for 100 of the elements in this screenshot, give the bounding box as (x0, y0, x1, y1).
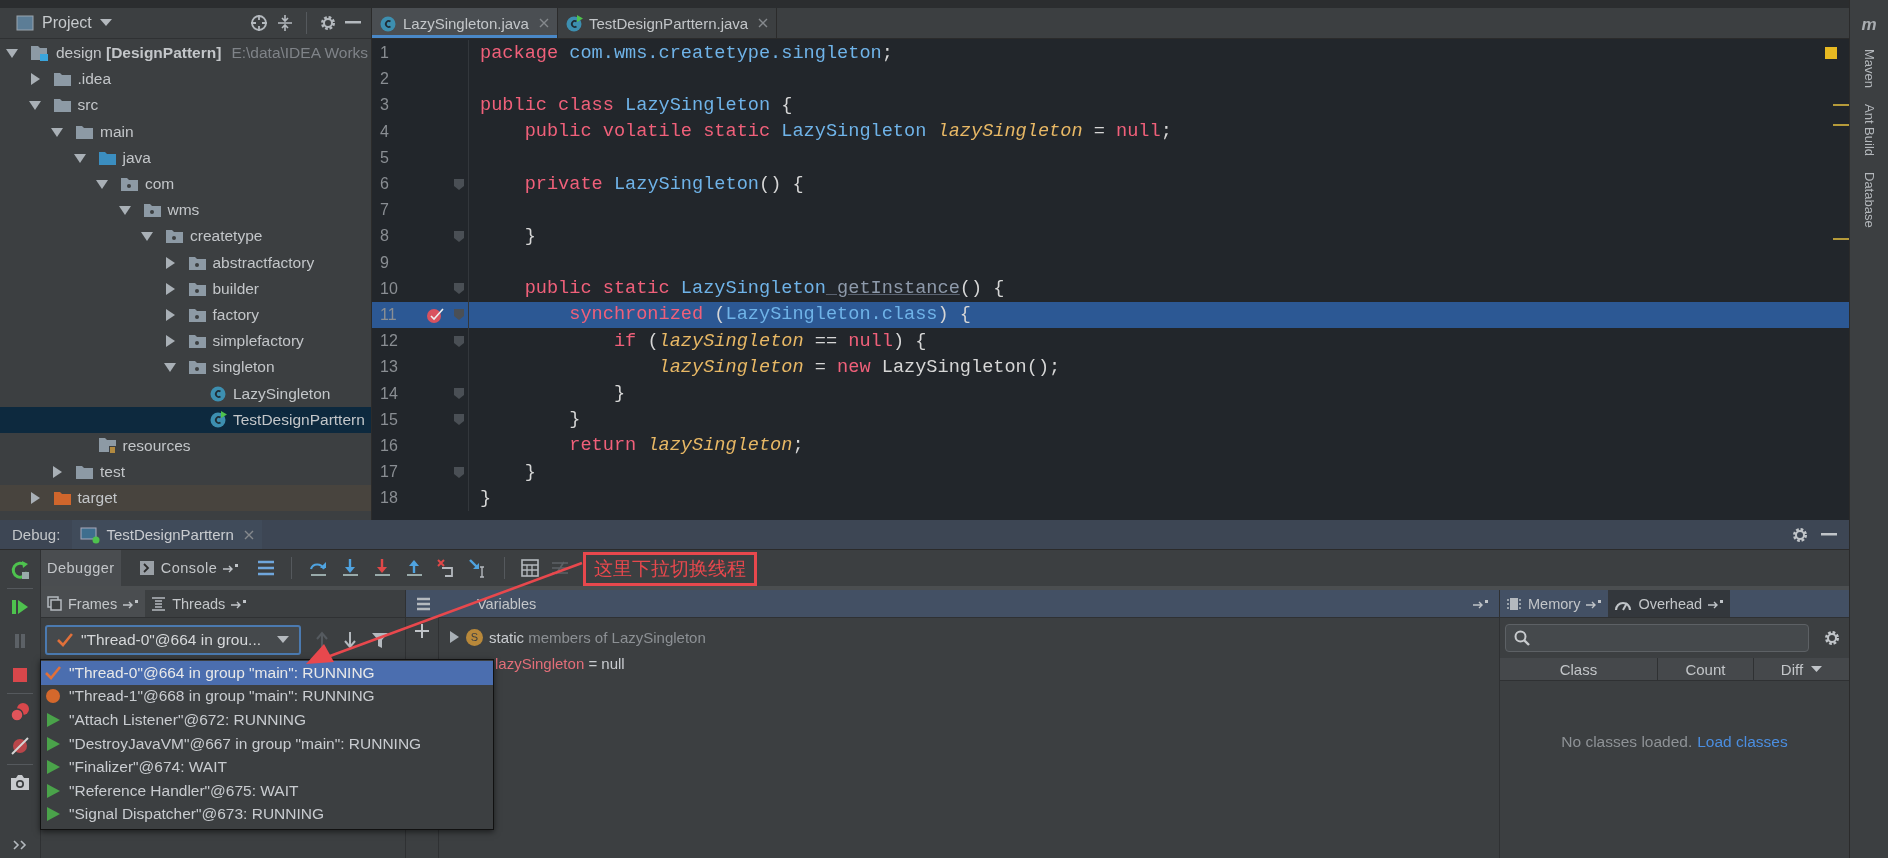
maven-logo[interactable]: m (1861, 16, 1877, 33)
settings-icon[interactable] (319, 14, 337, 32)
expanded-arrow-icon[interactable] (141, 230, 153, 243)
tree-item[interactable]: abstractfactory (0, 249, 371, 276)
dropdown-caret-icon[interactable] (99, 19, 112, 27)
expanded-arrow-icon[interactable] (118, 204, 131, 217)
settings-icon[interactable] (1791, 525, 1809, 544)
thread-item[interactable]: "Signal Dispatcher"@673: RUNNING (41, 802, 493, 827)
fold-marker-icon[interactable] (454, 309, 464, 321)
variable-label[interactable]: lazySingleton = null (495, 654, 625, 672)
tool-window-button[interactable]: Ant Build (1861, 104, 1877, 157)
debug-tab[interactable]: Console (132, 550, 246, 586)
fold-marker-icon[interactable] (454, 178, 464, 190)
expanded-arrow-icon[interactable] (73, 151, 86, 164)
fold-marker-icon[interactable] (454, 283, 464, 295)
memory-tab[interactable]: Memory (1500, 590, 1609, 617)
pin-icon[interactable] (231, 598, 248, 609)
force-step-into-icon[interactable] (372, 558, 393, 578)
thread-item[interactable]: "Reference Handler"@675: WAIT (41, 778, 493, 803)
expanded-arrow-icon[interactable] (6, 47, 18, 60)
expanded-arrow-icon[interactable] (51, 125, 63, 138)
search-field[interactable] (1505, 624, 1809, 652)
resume-icon[interactable] (10, 597, 30, 617)
tool-window-button[interactable]: Maven (1861, 49, 1877, 89)
tree-item[interactable]: factory (0, 301, 371, 329)
trace-icon[interactable] (551, 561, 570, 575)
minimize-icon[interactable] (1821, 532, 1837, 537)
variable-label[interactable]: static members of LazySingleton (489, 628, 706, 646)
calculator-icon[interactable] (521, 559, 540, 577)
tree-item[interactable]: createtype (0, 223, 371, 250)
close-icon[interactable] (758, 18, 769, 28)
settings-icon[interactable] (1823, 629, 1841, 647)
tree-item[interactable]: target (0, 485, 371, 512)
collapsed-arrow-icon[interactable] (51, 466, 63, 479)
fold-marker-icon[interactable] (454, 335, 464, 347)
thread-item[interactable]: "Thread-0"@664 in group "main": RUNNING (41, 661, 493, 685)
locate-icon[interactable] (250, 14, 268, 32)
tree-item[interactable]: TestDesignParttern (0, 406, 371, 433)
collapsed-arrow-icon[interactable] (163, 335, 176, 348)
expanded-arrow-icon[interactable] (28, 99, 41, 112)
collapsed-arrow-icon[interactable] (163, 308, 176, 321)
tree-item[interactable]: design [DesignPattern] E:\data\IDEA Works (0, 40, 371, 67)
pin-icon[interactable] (223, 563, 240, 573)
tree-item[interactable]: resources (0, 432, 371, 459)
tree-item[interactable]: simplefactory (0, 328, 371, 355)
tree-item[interactable]: wms (0, 197, 371, 224)
debug-session-tab[interactable]: TestDesignParttern (72, 520, 262, 549)
fold-marker-icon[interactable] (454, 414, 464, 426)
rerun-icon[interactable] (10, 560, 30, 580)
editor-tab[interactable]: TestDesignParttern.java (557, 8, 778, 38)
step-out-icon[interactable] (404, 558, 425, 578)
frames-tab[interactable]: Threads (145, 590, 254, 617)
step-into-icon[interactable] (340, 558, 361, 578)
minimize-icon[interactable] (345, 21, 361, 25)
expanded-arrow-icon[interactable] (96, 178, 108, 191)
expanded-arrow-icon[interactable] (163, 361, 176, 374)
collapsed-arrow-icon[interactable] (28, 492, 41, 505)
memory-tab[interactable]: Overhead (1608, 590, 1731, 617)
tree-item[interactable]: builder (0, 275, 371, 302)
tree-item[interactable]: com (0, 170, 371, 198)
collapsed-arrow-icon[interactable] (163, 256, 176, 269)
mute-breakpoints-icon[interactable] (10, 736, 30, 756)
thread-item[interactable]: "Thread-1"@668 in group "main": RUNNING (41, 684, 493, 709)
up-arrow-icon[interactable] (315, 631, 329, 649)
pin-icon[interactable] (123, 598, 140, 609)
collapsed-arrow-icon[interactable] (28, 73, 41, 86)
thread-item[interactable]: "DestroyJavaVM"@667 in group "main": RUNNING (41, 731, 493, 756)
fold-marker-icon[interactable] (454, 230, 464, 242)
column-header[interactable]: Diff (1753, 658, 1849, 680)
tree-item[interactable]: test (0, 459, 371, 486)
collapsed-arrow-icon[interactable] (163, 282, 176, 295)
panel-title[interactable]: Project (42, 14, 92, 32)
tree-item[interactable]: main (0, 118, 371, 145)
thread-item[interactable]: "Finalizer"@674: WAIT (41, 755, 493, 779)
column-header[interactable]: Class (1500, 658, 1658, 680)
more-icon[interactable] (13, 840, 27, 850)
pin-icon[interactable] (1708, 598, 1725, 609)
pin-icon[interactable] (1473, 598, 1489, 609)
tree-item[interactable]: src (0, 92, 371, 119)
editor-tab[interactable]: LazySingleton.java (372, 8, 558, 38)
camera-icon[interactable] (10, 773, 30, 791)
debug-tab[interactable]: Debugger (41, 550, 121, 586)
fold-marker-icon[interactable] (454, 466, 464, 478)
filter-icon[interactable] (371, 631, 389, 649)
collapsed-arrow-icon[interactable] (449, 631, 460, 643)
tree-item[interactable]: singleton (0, 354, 371, 381)
fold-marker-icon[interactable] (454, 388, 464, 400)
tree-item[interactable]: LazySingleton (0, 380, 371, 407)
thread-item[interactable]: "Attach Listener"@672: RUNNING (41, 708, 493, 732)
add-watch-icon[interactable] (415, 624, 429, 638)
stop-icon[interactable] (10, 665, 30, 685)
collapse-all-icon[interactable] (276, 14, 294, 32)
thread-dropdown[interactable]: "Thread-0"@664 in grou... (45, 625, 301, 655)
down-arrow-icon[interactable] (343, 631, 357, 649)
tree-item[interactable]: java (0, 144, 371, 171)
pin-icon[interactable] (1586, 598, 1603, 609)
column-header[interactable]: Count (1657, 658, 1754, 680)
tool-window-button[interactable]: Database (1861, 172, 1877, 228)
tree-item[interactable]: .idea (0, 66, 371, 93)
load-classes-link[interactable]: Load classes (1697, 733, 1788, 751)
